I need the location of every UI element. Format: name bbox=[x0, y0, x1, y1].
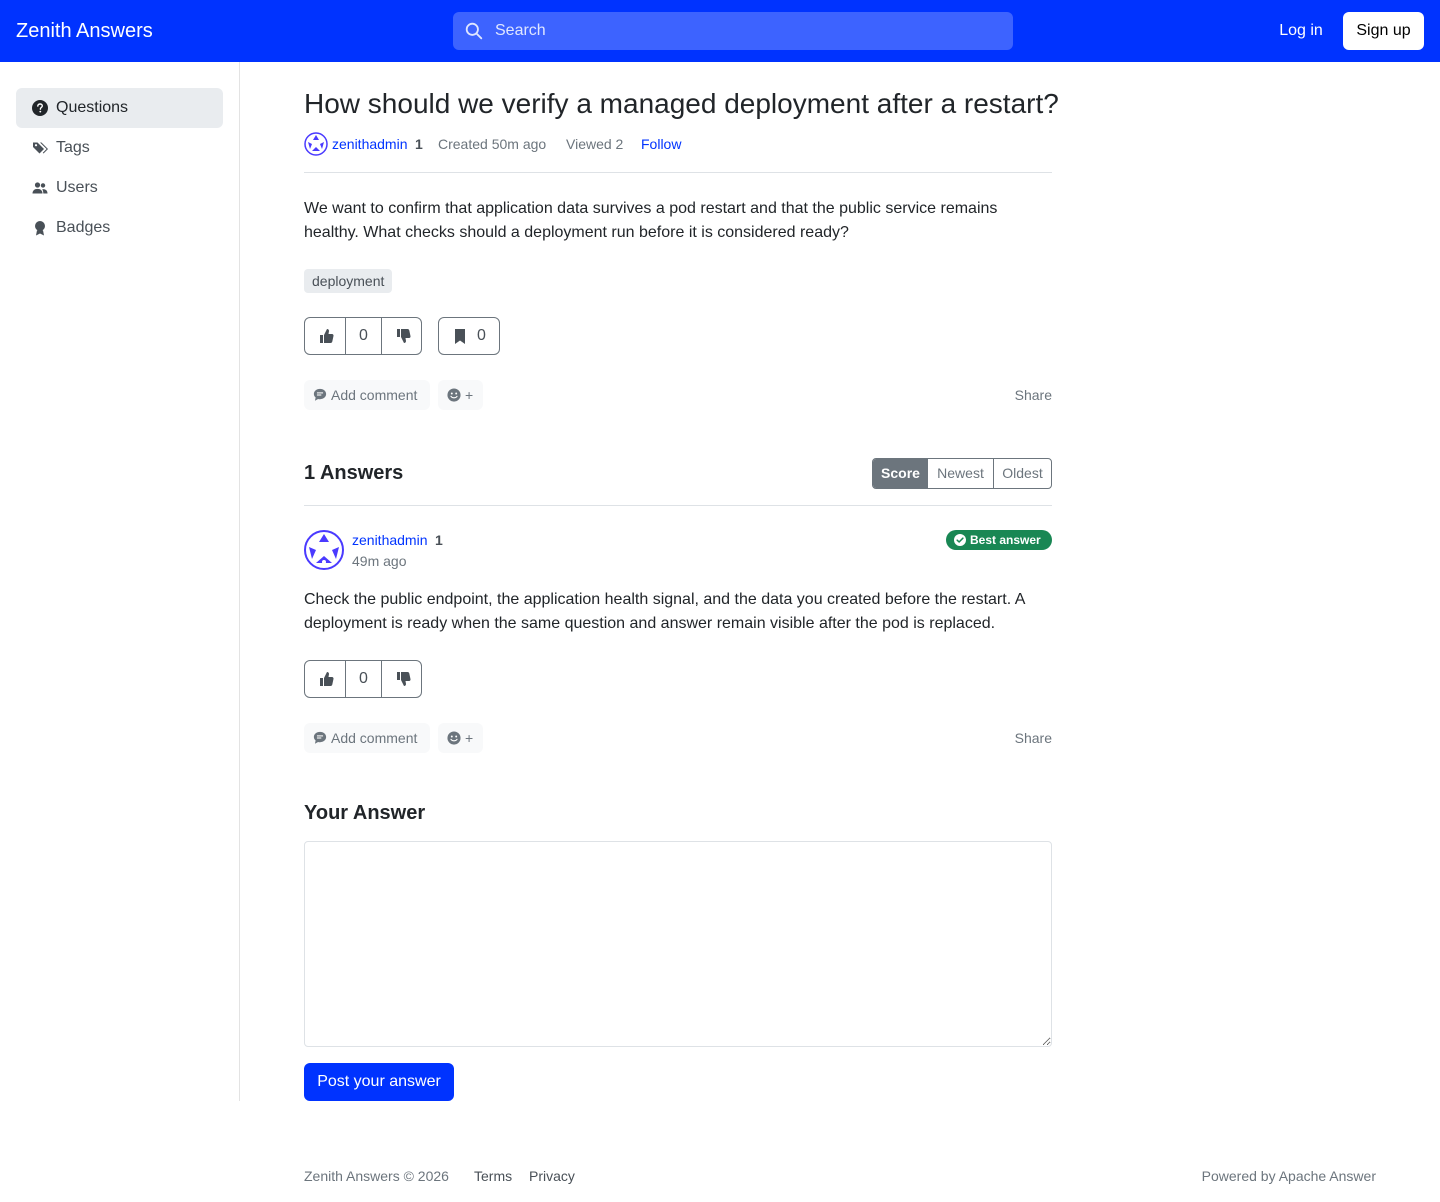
chat-icon bbox=[313, 388, 327, 401]
thumbs-down-icon bbox=[397, 672, 411, 686]
sort-score-button[interactable]: Score bbox=[873, 459, 928, 488]
bookmark-icon bbox=[455, 329, 465, 344]
bookmark-count: 0 bbox=[477, 327, 486, 344]
answer-author-link[interactable]: zenithadmin bbox=[352, 530, 428, 550]
top-navbar: Zenith Answers Log in Sign up bbox=[0, 0, 1440, 62]
sort-oldest-button[interactable]: Oldest bbox=[994, 459, 1051, 488]
post-answer-button[interactable]: Post your answer bbox=[304, 1063, 454, 1101]
answer-sort-group: Score Newest Oldest bbox=[872, 458, 1052, 489]
search-icon bbox=[465, 22, 483, 40]
sidebar-item-questions[interactable]: Questions bbox=[16, 88, 223, 128]
answer-actions: Add comment + Share bbox=[304, 723, 1052, 753]
privacy-link[interactable]: Privacy bbox=[529, 1166, 575, 1186]
sort-newest-button[interactable]: Newest bbox=[928, 459, 994, 488]
emoji-smile-icon bbox=[447, 731, 461, 745]
vote-count: 0 bbox=[359, 327, 368, 344]
check-circle-icon bbox=[954, 534, 966, 546]
thumbs-up-icon bbox=[320, 672, 334, 686]
award-icon bbox=[35, 221, 45, 236]
reaction-button[interactable]: + bbox=[438, 380, 483, 410]
chat-icon bbox=[313, 731, 327, 744]
your-answer-heading: Your Answer bbox=[304, 802, 426, 824]
add-comment-label: Add comment bbox=[331, 730, 418, 746]
downvote-button[interactable] bbox=[381, 661, 421, 697]
tags-icon bbox=[33, 142, 48, 154]
vote-count: 0 bbox=[359, 670, 368, 687]
tag-deployment[interactable]: deployment bbox=[304, 269, 393, 293]
sidebar-item-label: Users bbox=[56, 179, 98, 196]
upvote-button[interactable] bbox=[305, 318, 346, 354]
sidebar-item-tags[interactable]: Tags bbox=[16, 128, 223, 168]
answer-body: Check the public endpoint, the applicati… bbox=[304, 591, 1025, 632]
bookmark-button[interactable]: 0 bbox=[438, 317, 500, 355]
reaction-plus: + bbox=[465, 730, 474, 746]
downvote-button[interactable] bbox=[381, 318, 421, 354]
created-time: Created 50m ago bbox=[438, 136, 547, 152]
powered-by-text[interactable]: Powered by Apache Answer bbox=[1202, 1166, 1376, 1186]
login-link[interactable]: Log in bbox=[1268, 12, 1334, 50]
share-link[interactable]: Share bbox=[1015, 380, 1052, 410]
search-box[interactable] bbox=[453, 12, 1013, 50]
question-title[interactable]: How should we verify a managed deploymen… bbox=[304, 86, 1064, 122]
sidebar-item-label: Questions bbox=[56, 99, 129, 116]
search-input[interactable] bbox=[495, 12, 995, 50]
divider bbox=[304, 172, 1052, 173]
sidebar-item-badges[interactable]: Badges bbox=[16, 208, 223, 248]
divider bbox=[304, 505, 1052, 506]
emoji-smile-icon bbox=[447, 388, 461, 402]
terms-link[interactable]: Terms bbox=[474, 1166, 512, 1186]
copyright-text: Zenith Answers © 2026 bbox=[304, 1168, 449, 1184]
author-reputation: 1 bbox=[435, 532, 443, 548]
question-meta: zenithadmin 1 Created 50m ago Viewed 2 F… bbox=[304, 132, 1052, 156]
share-link[interactable]: Share bbox=[1015, 723, 1052, 753]
sidebar-item-label: Tags bbox=[56, 139, 90, 156]
sidebar-item-users[interactable]: Users bbox=[16, 168, 223, 208]
answers-heading: 1 Answers bbox=[304, 462, 404, 484]
brand-logo[interactable]: Zenith Answers bbox=[16, 18, 153, 44]
avatar[interactable] bbox=[304, 132, 328, 156]
avatar[interactable] bbox=[304, 530, 344, 570]
upvote-button[interactable] bbox=[305, 661, 346, 697]
add-comment-label: Add comment bbox=[331, 387, 418, 403]
thumbs-down-icon bbox=[397, 329, 411, 343]
people-icon bbox=[32, 182, 48, 194]
question-author-link[interactable]: zenithadmin bbox=[332, 132, 408, 156]
author-reputation: 1 bbox=[415, 136, 423, 152]
footer: Zenith Answers © 2026 Terms Privacy Powe… bbox=[304, 1166, 1376, 1186]
reaction-button[interactable]: + bbox=[438, 723, 483, 753]
follow-link[interactable]: Follow bbox=[641, 132, 681, 156]
question-circle-icon bbox=[32, 100, 48, 116]
question-vote-group: 0 bbox=[304, 317, 422, 355]
add-comment-button[interactable]: Add comment bbox=[304, 380, 430, 410]
answer-vote-group: 0 bbox=[304, 660, 422, 698]
add-comment-button[interactable]: Add comment bbox=[304, 723, 430, 753]
answer-editor[interactable] bbox=[304, 841, 1052, 1047]
question-body: We want to confirm that application data… bbox=[304, 200, 998, 241]
best-answer-label: Best answer bbox=[970, 533, 1041, 547]
thumbs-up-icon bbox=[320, 329, 334, 343]
signup-button[interactable]: Sign up bbox=[1343, 12, 1424, 50]
sidebar-item-label: Badges bbox=[56, 219, 111, 236]
view-count: Viewed 2 bbox=[566, 136, 624, 152]
sidebar: Questions Tags Users Badges bbox=[0, 62, 240, 1101]
answer-time: 49m ago bbox=[352, 553, 407, 569]
reaction-plus: + bbox=[465, 387, 474, 403]
best-answer-badge: Best answer bbox=[946, 530, 1052, 550]
question-actions: Add comment + Share bbox=[304, 380, 1052, 410]
